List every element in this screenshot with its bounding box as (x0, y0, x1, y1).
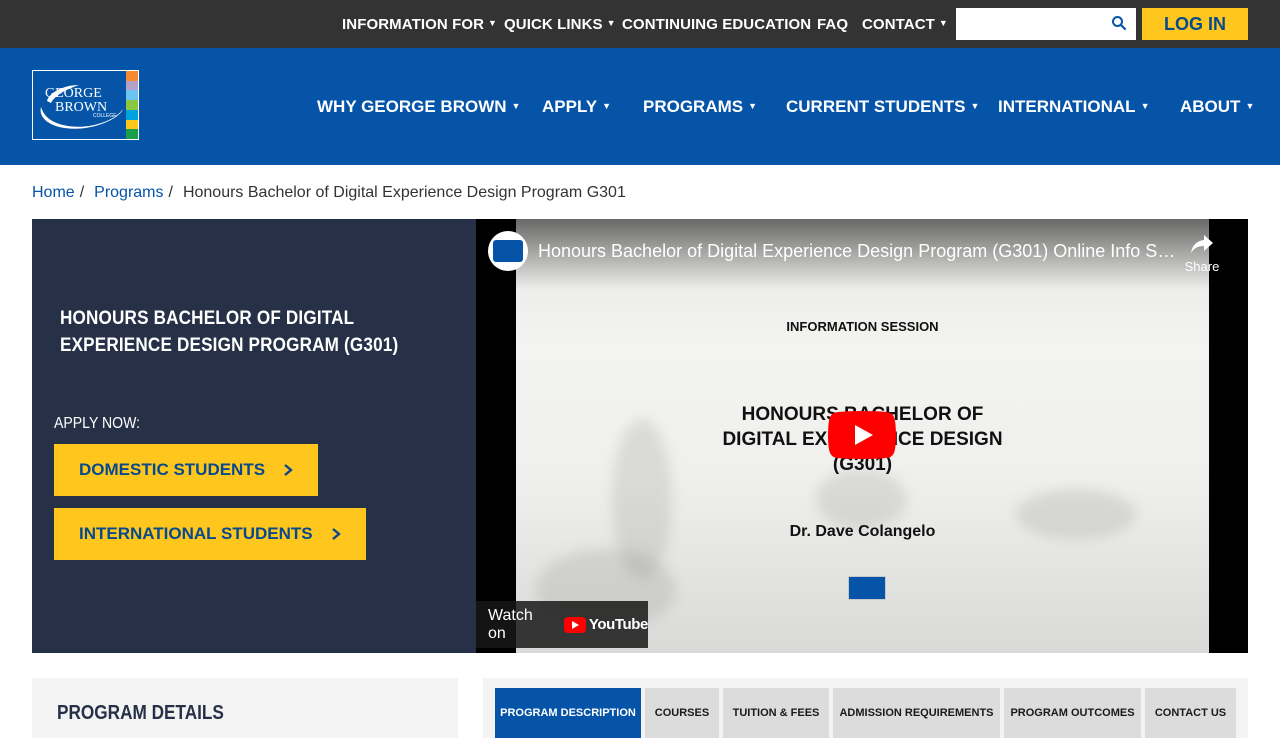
utility-nav-label: CONTINUING EDUCATION (622, 15, 812, 33)
main-nav-label: WHY GEORGE BROWN (317, 96, 507, 116)
breadcrumb-current: Honours Bachelor of Digital Experience D… (182, 184, 626, 201)
main-nav-label: PROGRAMS (643, 96, 744, 116)
chevron-right-icon (331, 528, 341, 540)
youtube-play-icon (563, 616, 586, 633)
chevron-right-icon (284, 464, 293, 476)
utility-nav-label: INFORMATION FOR (342, 15, 485, 33)
login-button[interactable]: LOG IN (1142, 8, 1248, 40)
utility-nav-information-for[interactable]: INFORMATION FOR ▼ (342, 0, 497, 48)
channel-logo-icon (493, 240, 523, 262)
youtube-wordmark: YouTube (588, 616, 649, 633)
international-students-label: INTERNATIONAL STUDENTS (79, 524, 313, 543)
chevron-down-icon: ▼ (606, 18, 616, 28)
chevron-down-icon: ▼ (938, 18, 948, 28)
search-box (956, 8, 1136, 40)
logo-stripe (126, 90, 138, 101)
logo-color-stripes (126, 71, 138, 140)
logo-swoosh-icon: GEORGE BROWN COLLEGE (40, 85, 123, 129)
search-icon[interactable] (1111, 15, 1127, 31)
youtube-logo-icon: YouTube (563, 616, 649, 633)
main-nav-label: APPLY (542, 96, 598, 116)
chevron-down-icon: ▼ (748, 100, 758, 111)
breadcrumb-programs-link[interactable]: Programs (94, 184, 163, 202)
hero-panel: HONOURS BACHELOR OF DIGITAL EXPERIENCE D… (32, 219, 476, 653)
logo-stripe (126, 100, 138, 110)
utility-bar: INFORMATION FOR ▼ QUICK LINKS ▼ CONTINUING… (0, 0, 1280, 48)
utility-nav-quick-links[interactable]: QUICK LINKS ▼ (504, 0, 616, 48)
share-button[interactable]: Share (1176, 233, 1228, 274)
tab-tuition-fees[interactable]: TUITION & FEES (723, 688, 829, 738)
apply-now-label: APPLY NOW: (54, 415, 141, 432)
utility-nav-label: QUICK LINKS (504, 15, 603, 33)
chevron-down-icon: ▼ (1140, 100, 1150, 111)
program-details-title: PROGRAM DETAILS (57, 702, 224, 724)
domestic-students-button[interactable]: DOMESTIC STUDENTS (54, 444, 319, 496)
chevron-down-icon: ▼ (488, 18, 498, 28)
program-tabs: PROGRAM DESCRIPTION COURSES TUITION & FE… (483, 678, 1248, 738)
utility-nav-faq[interactable]: FAQ (817, 0, 848, 48)
logo-text-college: COLLEGE (93, 113, 117, 119)
tab-courses[interactable]: COURSES (645, 688, 719, 738)
video-title[interactable]: Honours Bachelor of Digital Experience D… (538, 241, 1178, 262)
chevron-down-icon: ▼ (602, 100, 612, 111)
breadcrumb: Home / Programs / Honours Bachelor of Di… (32, 182, 626, 204)
video-slide-logo (848, 576, 886, 600)
program-details-panel: PROGRAM DETAILS (32, 678, 458, 738)
tab-program-outcomes[interactable]: PROGRAM OUTCOMES (1004, 688, 1141, 738)
utility-nav-contact[interactable]: CONTACT ▼ (862, 0, 948, 48)
main-nav-international[interactable]: INTERNATIONAL ▼ (998, 48, 1149, 165)
domestic-students-label: DOMESTIC STUDENTS (79, 460, 266, 479)
international-students-button[interactable]: INTERNATIONAL STUDENTS (54, 508, 366, 560)
main-nav-apply[interactable]: APPLY ▼ (542, 48, 611, 165)
main-nav-about[interactable]: ABOUT ▼ (1180, 48, 1254, 165)
watch-on-youtube-button[interactable]: Watch on YouTube (476, 601, 648, 648)
video-slide-heading: INFORMATION SESSION (786, 319, 939, 334)
search-input[interactable] (956, 8, 1106, 40)
youtube-video-embed[interactable]: INFORMATION SESSION HONOURS BACHELOR OF … (476, 219, 1248, 653)
chevron-down-icon: ▼ (970, 100, 980, 111)
play-button-icon[interactable] (828, 411, 896, 459)
utility-nav-continuing-education[interactable]: CONTINUING EDUCATION (622, 0, 811, 48)
main-nav-programs[interactable]: PROGRAMS ▼ (643, 48, 757, 165)
logo-stripe (126, 71, 138, 81)
share-label: Share (1184, 259, 1220, 274)
video-slide-presenter: Dr. Dave Colangelo (789, 523, 936, 540)
share-icon (1191, 235, 1213, 253)
video-figure-shape (816, 469, 906, 529)
tab-admission-requirements[interactable]: ADMISSION REQUIREMENTS (833, 688, 1000, 738)
main-nav-label: INTERNATIONAL (998, 96, 1136, 116)
george-brown-logo[interactable]: GEORGE BROWN COLLEGE (32, 70, 139, 140)
main-header: GEORGE BROWN COLLEGE WHY GEORGE BROWN ▼ A… (0, 48, 1280, 165)
logo-stripe (126, 80, 138, 91)
main-nav-label: CURRENT STUDENTS (786, 96, 966, 116)
tab-contact-us[interactable]: CONTACT US (1145, 688, 1236, 738)
main-nav-current-students[interactable]: CURRENT STUDENTS ▼ (786, 48, 979, 165)
main-nav-why-george-brown[interactable]: WHY GEORGE BROWN ▼ (317, 48, 520, 165)
channel-avatar[interactable] (488, 231, 528, 271)
breadcrumb-separator: / (168, 184, 173, 201)
logo-stripe (126, 109, 138, 120)
logo-stripe (126, 129, 138, 140)
breadcrumb-separator: / (79, 184, 85, 201)
chevron-down-icon: ▼ (511, 100, 521, 111)
utility-nav-label: FAQ (817, 15, 849, 33)
watch-on-label: Watch on (488, 606, 533, 642)
logo-text-george: GEORGE (45, 86, 102, 101)
tab-program-description[interactable]: PROGRAM DESCRIPTION (495, 688, 641, 738)
chevron-down-icon: ▼ (1245, 100, 1255, 111)
page-title: HONOURS BACHELOR OF DIGITAL EXPERIENCE D… (60, 308, 399, 356)
logo-stripe (126, 119, 138, 130)
utility-nav-label: CONTACT (862, 15, 935, 33)
breadcrumb-home-link[interactable]: Home (32, 184, 75, 202)
main-nav-label: ABOUT (1180, 96, 1241, 116)
